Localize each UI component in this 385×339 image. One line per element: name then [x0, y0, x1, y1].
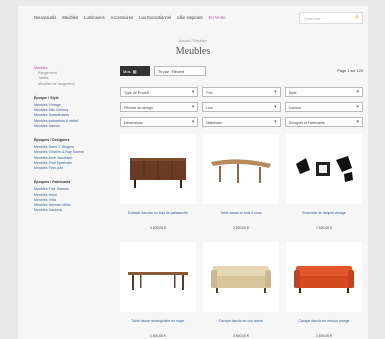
chevron-down-icon: ▾ [274, 104, 277, 110]
nav-item-meubles[interactable]: Meubles [62, 15, 78, 20]
nav-item-luminaires[interactable]: Luminaires [84, 15, 104, 20]
chevron-down-icon: ▾ [274, 119, 277, 125]
product-name[interactable]: Canapé danois en velours orange [288, 319, 360, 324]
sidebar-sub-item[interactable]: Meubles de rangement [34, 82, 112, 87]
filter-label: Couleur [288, 105, 302, 110]
product-image-sideboard[interactable] [120, 134, 196, 204]
filter-label: Style [288, 90, 297, 95]
filter-product-type[interactable]: Type de Produit ▾ [120, 87, 199, 97]
filter-label: Matériaux [206, 120, 223, 125]
product-price: 1 600,00 € [149, 334, 167, 338]
product-price: 1 500,00 € [315, 226, 333, 230]
product-image-rect-table[interactable] [120, 242, 196, 312]
filter-label: Type de Produit [124, 90, 150, 95]
filter-materials[interactable]: Matériaux ▾ [202, 117, 281, 127]
chevron-down-icon: ▾ [356, 104, 359, 110]
filter-price[interactable]: Prix ▾ [202, 87, 281, 97]
search-placeholder: Chercher [304, 16, 321, 21]
product-price: 4 800,00 € [149, 226, 167, 230]
nav-item-accessoires[interactable]: Accessoires [111, 15, 134, 20]
page-count: Page 1 sur 120 [337, 69, 363, 73]
sidebar-link[interactable]: Meubles Finn Juhl [34, 166, 112, 171]
filter-dimensions[interactable]: Dimensions ▾ [120, 117, 199, 127]
product-name[interactable]: Ensemble de lampes vintage [288, 211, 360, 216]
sidebar: Meubles Rangement Tables Meubles de rang… [34, 66, 112, 213]
product-name[interactable]: Table basse rectangulaire en noyer [122, 319, 194, 324]
top-nav: Nouveautés Meubles Luminaires Accessoire… [34, 15, 226, 20]
page: Nouveautés Meubles Luminaires Accessoire… [18, 6, 368, 339]
chevron-down-icon: ▾ [191, 89, 195, 95]
filter-label: Période du design [124, 105, 153, 110]
search-icon[interactable]: ⌕ [355, 14, 359, 22]
filter-label: Prix [206, 90, 213, 95]
product-image-lamp-set[interactable] [286, 134, 362, 204]
page-title: Meubles [175, 46, 211, 57]
filter-design-period[interactable]: Période du design ▾ [120, 102, 199, 112]
product-card[interactable]: Enfilade danoise en bois de palissandre … [120, 134, 196, 238]
breadcrumb[interactable]: Accueil / Meubles [18, 39, 368, 43]
product-card[interactable]: Ensemble de lampes vintage 1 500,00 € [286, 134, 362, 238]
product-image-coffee-table[interactable] [203, 134, 279, 204]
product-card[interactable]: Canapé danois en cuir crème 3 800,00 € [203, 242, 279, 339]
product-name[interactable]: Enfilade danoise en bois de palissandre [122, 211, 194, 216]
results-toolbar: Mos. ▦ Tri par : Récent Page 1 sur 120 [120, 66, 363, 78]
filter-style[interactable]: Style ▾ [284, 87, 363, 97]
filter-color[interactable]: Couleur ▾ [284, 102, 363, 112]
chevron-down-icon: ▾ [191, 104, 195, 110]
product-grid: Enfilade danoise en bois de palissandre … [120, 134, 363, 339]
product-name[interactable]: Table basse en bois d'orme [205, 211, 277, 216]
nav-item-exceptionnel[interactable]: Lux Exceptionnel [139, 15, 171, 20]
search-input[interactable]: Chercher ⌕ [299, 12, 363, 24]
product-name[interactable]: Canapé danois en cuir crème [205, 319, 277, 324]
chevron-down-icon: ▾ [356, 89, 359, 95]
chevron-down-icon: ▾ [191, 119, 195, 125]
product-card[interactable]: Canapé danois en velours orange 3 600,00… [286, 242, 362, 339]
sidebar-heading: Époque / Style [34, 95, 59, 100]
chevron-down-icon: ▾ [356, 119, 359, 125]
filter-label: Dimensions [124, 120, 143, 125]
view-mode-button[interactable]: Mos. ▦ [120, 66, 150, 76]
sidebar-link[interactable]: Meubles Danois [34, 124, 112, 129]
product-card[interactable]: Table basse en bois d'orme 2 500,00 € [203, 134, 279, 238]
product-price: 3 600,00 € [315, 334, 333, 338]
product-image-orange-sofa[interactable] [286, 242, 362, 312]
filter-label: Designer et Fabricants [288, 120, 325, 125]
sidebar-heading: Époques / Designers [34, 138, 70, 143]
nav-item-inspirant[interactable]: Idée Inspirant [177, 15, 202, 20]
nav-item-nouveautes[interactable]: Nouveautés [34, 15, 56, 20]
filter-designer[interactable]: Designer et Fabricants ▾ [284, 117, 363, 127]
product-image-cream-sofa[interactable] [203, 242, 279, 312]
filter-label: Lieu [206, 105, 214, 110]
sidebar-heading: Époques / Fabricants [34, 180, 71, 185]
sidebar-link[interactable]: Meubles Cassina [34, 208, 112, 213]
product-price: 3 800,00 € [232, 334, 250, 338]
sort-select[interactable]: Tri par : Récent [154, 66, 206, 76]
nav-item-en-vente[interactable]: En Vente [209, 15, 226, 20]
filter-bar: Type de Produit ▾ Prix ▾ Style ▾ Période du… [120, 87, 363, 127]
chevron-down-icon: ▾ [274, 89, 277, 95]
filter-location[interactable]: Lieu ▾ [202, 102, 281, 112]
product-price: 2 500,00 € [232, 226, 250, 230]
product-card[interactable]: Table basse rectangulaire en noyer 1 600… [120, 242, 196, 339]
